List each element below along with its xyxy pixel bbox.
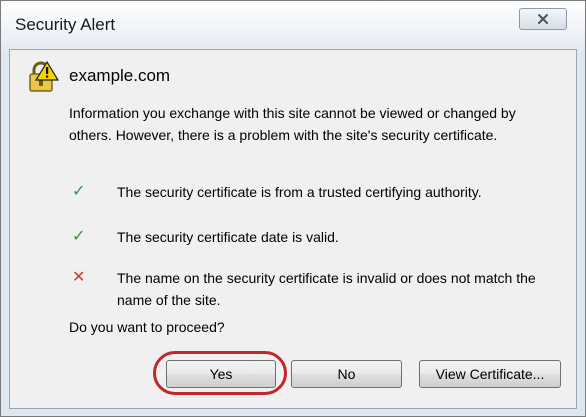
check-text: The security certificate is from a trust… <box>117 184 482 200</box>
close-button[interactable] <box>519 8 567 30</box>
yes-button[interactable]: Yes <box>166 360 276 388</box>
security-alert-dialog: Security Alert example.com Information y… <box>0 0 586 417</box>
proceed-question: Do you want to proceed? <box>69 319 225 335</box>
close-icon <box>537 13 549 25</box>
no-button[interactable]: No <box>291 360 402 388</box>
check-icon: ✓ <box>72 183 86 200</box>
error-x-icon: ✕ <box>72 269 86 286</box>
check-icon: ✓ <box>72 228 86 245</box>
dialog-body: example.com Information you exchange wit… <box>9 49 577 409</box>
site-name: example.com <box>69 66 171 85</box>
title-bar: Security Alert <box>1 1 585 49</box>
check-text: The security certificate date is valid. <box>117 229 339 245</box>
dialog-title: Security Alert <box>15 15 116 34</box>
lock-warning-icon <box>25 60 60 94</box>
info-message: Information you exchange with this site … <box>69 105 516 143</box>
view-certificate-button[interactable]: View Certificate... <box>419 360 561 388</box>
check-text: The name on the security certificate is … <box>117 270 536 308</box>
